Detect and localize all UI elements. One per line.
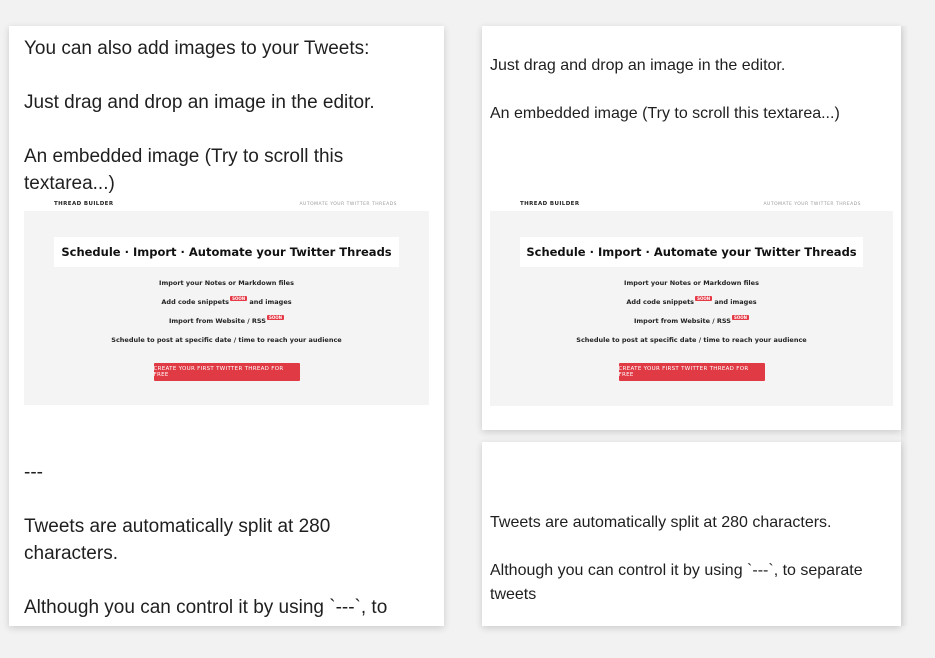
preview-feature: Add code snippets SOON and images	[626, 296, 757, 306]
preview-feature: Import your Notes or Markdown files	[159, 279, 294, 287]
editor-line: Although you can control it by using `--…	[24, 597, 388, 618]
editor-separator: ---	[24, 462, 43, 483]
tweet-text: Tweets are automatically split at 280 ch…	[490, 514, 832, 531]
preview-hero: Schedule · Import · Automate your Twitte…	[490, 211, 893, 406]
soon-badge: SOON	[230, 296, 248, 301]
preview-feature: Import from Website / RSS SOON	[633, 315, 750, 325]
preview-column-shadow	[901, 26, 909, 626]
tweet-preview-card: Just drag and drop an image in the edito…	[482, 26, 901, 430]
preview-headline: Schedule · Import · Automate your Twitte…	[54, 237, 399, 267]
preview-topbar: THREAD BUILDER AUTOMATE YOUR TWITTER THR…	[490, 200, 893, 211]
preview-tagline: AUTOMATE YOUR TWITTER THREADS	[299, 202, 397, 207]
preview-brand: THREAD BUILDER	[520, 201, 580, 207]
preview-cta-button: CREATE YOUR FIRST TWITTER THREAD FOR FRE…	[153, 363, 300, 381]
editor-line: textarea...)	[24, 173, 115, 194]
editor-line: Tweets are automatically split at 280	[24, 516, 331, 537]
soon-badge: SOON	[695, 296, 713, 301]
soon-badge: SOON	[266, 315, 285, 320]
preview-feature: Import your Notes or Markdown files	[624, 279, 759, 287]
preview-cta-button: CREATE YOUR FIRST TWITTER THREAD FOR FRE…	[618, 363, 765, 381]
preview-feature: Add code snippets SOON and images	[161, 296, 292, 306]
editor-line: characters.	[24, 543, 118, 564]
tweet-text: Just drag and drop an image in the edito…	[490, 57, 786, 74]
preview-hero: Schedule · Import · Automate your Twitte…	[24, 211, 429, 405]
tweet-preview-card: Tweets are automatically split at 280 ch…	[482, 442, 901, 626]
editor-line: An embedded image (Try to scroll this	[24, 146, 344, 167]
editor-line: Just drag and drop an image in the edito…	[24, 92, 375, 113]
preview-topbar: THREAD BUILDER AUTOMATE YOUR TWITTER THR…	[24, 200, 429, 211]
preview-feature: Schedule to post at specific date / time…	[111, 336, 342, 344]
thread-editor-textarea[interactable]: You can also add images to your Tweets: …	[9, 26, 444, 626]
preview-headline: Schedule · Import · Automate your Twitte…	[520, 237, 863, 267]
preview-feature: Import from Website / RSS SOON	[168, 315, 285, 325]
tweet-image: THREAD BUILDER AUTOMATE YOUR TWITTER THR…	[490, 200, 893, 406]
preview-feature: Schedule to post at specific date / time…	[576, 336, 807, 344]
tweet-text: Although you can control it by using `--…	[490, 562, 863, 579]
preview-tagline: AUTOMATE YOUR TWITTER THREADS	[763, 202, 861, 207]
editor-line: You can also add images to your Tweets:	[24, 38, 370, 59]
tweet-text: tweets	[490, 586, 537, 603]
embedded-image: THREAD BUILDER AUTOMATE YOUR TWITTER THR…	[24, 200, 429, 405]
tweet-text: An embedded image (Try to scroll this te…	[490, 105, 840, 122]
preview-brand: THREAD BUILDER	[54, 201, 114, 207]
soon-badge: SOON	[731, 315, 750, 320]
